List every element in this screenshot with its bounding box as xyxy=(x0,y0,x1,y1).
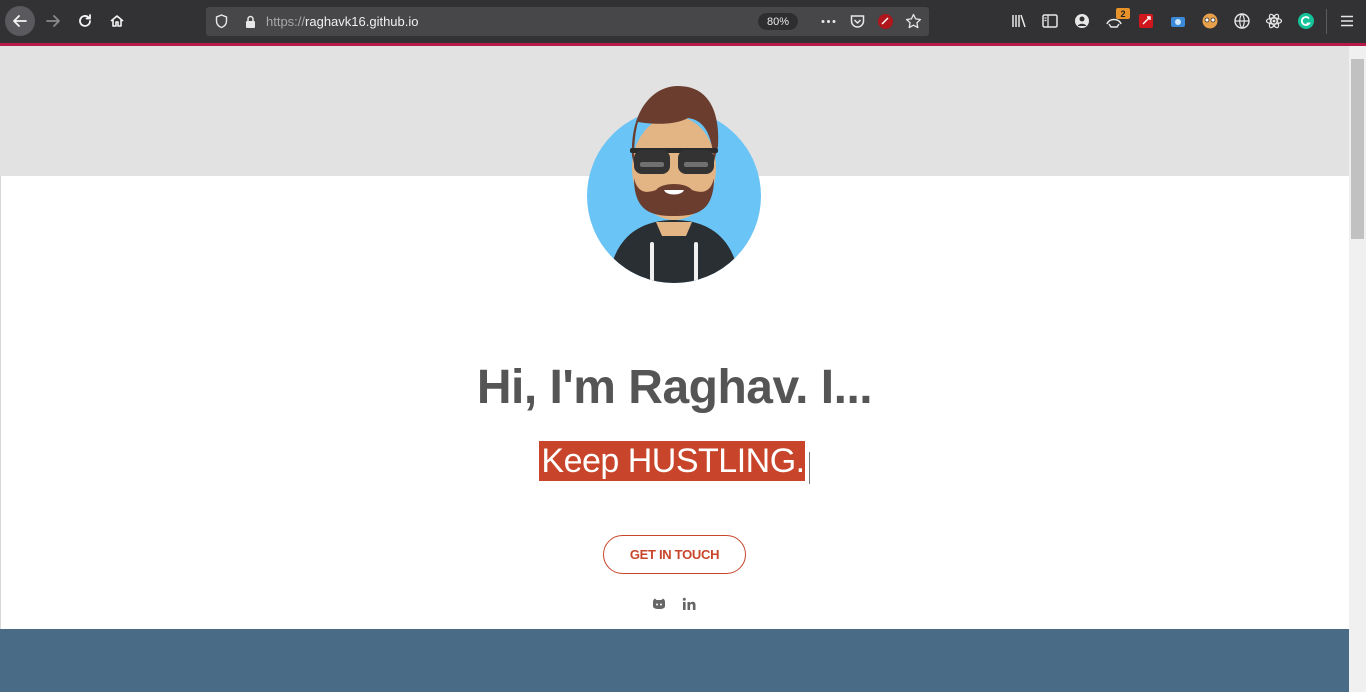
typed-tagline: Keep HUSTLING. xyxy=(539,441,805,481)
reload-icon xyxy=(79,14,91,27)
pocket-icon[interactable] xyxy=(849,13,866,30)
toolbar-divider xyxy=(1326,9,1327,34)
hamburger-menu-icon[interactable] xyxy=(1338,12,1356,30)
reload-button[interactable] xyxy=(70,6,100,36)
account-icon[interactable] xyxy=(1073,12,1091,30)
extension-face-icon[interactable] xyxy=(1201,12,1219,30)
url-host: raghavk16.github.io xyxy=(305,14,419,29)
sidebar-icon[interactable] xyxy=(1041,12,1059,30)
address-bar[interactable]: https://raghavk16.github.io 80% xyxy=(206,7,929,36)
extension-red-icon[interactable] xyxy=(1137,12,1155,30)
back-button[interactable] xyxy=(5,6,35,36)
extension-ruby-icon[interactable] xyxy=(877,13,894,30)
extension-badge: 2 xyxy=(1116,8,1130,19)
tagline-row: Keep HUSTLING. xyxy=(0,441,1349,484)
zoom-level-button[interactable]: 80% xyxy=(758,13,798,30)
shield-icon[interactable] xyxy=(213,13,230,30)
browser-toolbar: https://raghavk16.github.io 80% 2 xyxy=(0,0,1366,43)
library-icon[interactable] xyxy=(1010,12,1028,30)
linkedin-icon[interactable] xyxy=(681,596,697,612)
url-scheme: https:// xyxy=(266,14,306,29)
extension-camera-icon[interactable] xyxy=(1169,12,1187,30)
home-icon xyxy=(110,15,124,27)
globe-icon[interactable] xyxy=(1233,12,1251,30)
react-devtools-icon[interactable] xyxy=(1265,12,1283,30)
github-icon[interactable] xyxy=(651,596,667,612)
lock-icon[interactable] xyxy=(242,13,259,30)
typing-caret xyxy=(808,451,810,484)
home-button[interactable] xyxy=(102,6,132,36)
get-in-touch-button[interactable]: GET IN TOUCH xyxy=(603,535,746,574)
url-text[interactable]: https://raghavk16.github.io xyxy=(266,14,419,29)
next-section-band xyxy=(0,629,1349,692)
more-actions-icon[interactable] xyxy=(820,13,837,30)
page-scrollbar[interactable] xyxy=(1349,46,1366,692)
avatar-image xyxy=(587,86,761,283)
grammarly-icon[interactable] xyxy=(1297,12,1315,30)
back-arrow-icon xyxy=(13,15,27,27)
bookmark-star-icon[interactable] xyxy=(905,13,922,30)
page-viewport: Hi, I'm Raghav. I... Keep HUSTLING. GET … xyxy=(0,46,1349,692)
hero-heading: Hi, I'm Raghav. I... xyxy=(476,361,873,414)
forward-arrow-icon xyxy=(46,15,60,27)
forward-button[interactable] xyxy=(38,6,68,36)
scrollbar-thumb[interactable] xyxy=(1351,59,1364,239)
